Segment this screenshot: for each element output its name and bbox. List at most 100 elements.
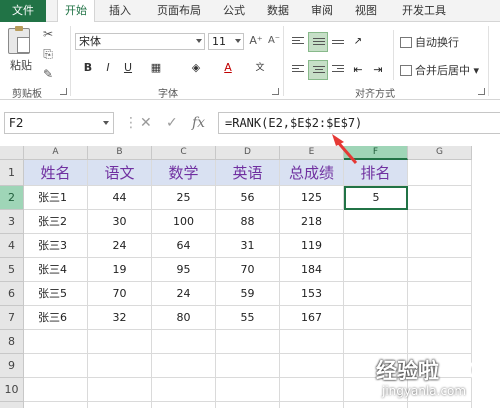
- underline-button[interactable]: U: [120, 60, 136, 76]
- cell-b6[interactable]: 70: [88, 282, 152, 306]
- font-color-icon[interactable]: A: [220, 60, 236, 76]
- cell-g1[interactable]: [408, 160, 472, 186]
- cell-g6[interactable]: [408, 282, 472, 306]
- row-header-6[interactable]: 6: [0, 282, 24, 306]
- cell-d7[interactable]: 55: [216, 306, 280, 330]
- cell-f3[interactable]: [344, 210, 408, 234]
- column-header-d[interactable]: D: [216, 146, 280, 160]
- tab-formulas[interactable]: 公式: [216, 0, 252, 22]
- cell-a3[interactable]: 张三2: [24, 210, 88, 234]
- cell-b7[interactable]: 32: [88, 306, 152, 330]
- row-header-10[interactable]: 10: [0, 378, 24, 402]
- align-top-button[interactable]: [288, 32, 308, 52]
- column-header-f[interactable]: F: [344, 146, 408, 160]
- alignment-launcher-icon[interactable]: [478, 88, 485, 95]
- outdent-icon[interactable]: ⇥: [368, 60, 388, 80]
- cell-a11[interactable]: [24, 402, 88, 408]
- cell-d9[interactable]: [216, 354, 280, 378]
- cell-b10[interactable]: [88, 378, 152, 402]
- table-header-cell[interactable]: 英语: [216, 160, 280, 186]
- cell-g7[interactable]: [408, 306, 472, 330]
- cell-e5[interactable]: 184: [280, 258, 344, 282]
- tab-file[interactable]: 文件: [0, 0, 46, 22]
- row-header-2[interactable]: 2: [0, 186, 24, 210]
- cell-a7[interactable]: 张三6: [24, 306, 88, 330]
- cell-e9[interactable]: [280, 354, 344, 378]
- table-header-cell[interactable]: 姓名: [24, 160, 88, 186]
- indent-icon[interactable]: ⇤: [348, 60, 368, 80]
- cell-a5[interactable]: 张三4: [24, 258, 88, 282]
- cell-g8[interactable]: [408, 330, 472, 354]
- column-header-g[interactable]: G: [408, 146, 472, 160]
- cell-e2[interactable]: 125: [280, 186, 344, 210]
- font-size-select[interactable]: 11: [208, 33, 244, 50]
- cell-g2[interactable]: [408, 186, 472, 210]
- italic-button[interactable]: I: [100, 60, 116, 76]
- tab-view[interactable]: 视图: [348, 0, 384, 22]
- format-painter-icon[interactable]: ✎: [40, 66, 56, 82]
- paste-button[interactable]: 粘贴: [10, 57, 32, 73]
- cell-g5[interactable]: [408, 258, 472, 282]
- cell-e4[interactable]: 119: [280, 234, 344, 258]
- column-header-c[interactable]: C: [152, 146, 216, 160]
- table-header-cell[interactable]: 排名: [344, 160, 408, 186]
- row-header-7[interactable]: 7: [0, 306, 24, 330]
- select-all-corner[interactable]: [0, 146, 24, 160]
- clipboard-launcher-icon[interactable]: [60, 88, 67, 95]
- cell-f6[interactable]: [344, 282, 408, 306]
- orientation-icon[interactable]: ↗: [348, 32, 368, 52]
- row-header-8[interactable]: 8: [0, 330, 24, 354]
- cell-a4[interactable]: 张三3: [24, 234, 88, 258]
- cell-d2[interactable]: 56: [216, 186, 280, 210]
- cell-c8[interactable]: [152, 330, 216, 354]
- table-header-cell[interactable]: 数学: [152, 160, 216, 186]
- wrap-text-button[interactable]: 自动换行: [400, 34, 459, 50]
- row-header-11[interactable]: 11: [0, 402, 24, 408]
- cell-b2[interactable]: 44: [88, 186, 152, 210]
- tab-page-layout[interactable]: 页面布局: [148, 0, 210, 22]
- shrink-font-icon[interactable]: A⁻: [266, 33, 282, 49]
- tab-developer[interactable]: 开发工具: [394, 0, 454, 22]
- borders-icon[interactable]: ▦: [148, 60, 164, 76]
- cell-d10[interactable]: [216, 378, 280, 402]
- cell-d5[interactable]: 70: [216, 258, 280, 282]
- row-header-1[interactable]: 1: [0, 160, 24, 186]
- row-header-5[interactable]: 5: [0, 258, 24, 282]
- cell-e10[interactable]: [280, 378, 344, 402]
- cell-c5[interactable]: 95: [152, 258, 216, 282]
- cell-f8[interactable]: [344, 330, 408, 354]
- align-center-button[interactable]: [308, 60, 328, 80]
- cell-c4[interactable]: 64: [152, 234, 216, 258]
- copy-icon[interactable]: ⎘: [40, 46, 56, 62]
- cell-b3[interactable]: 30: [88, 210, 152, 234]
- selected-cell-f2[interactable]: 5: [344, 186, 408, 210]
- cell-f4[interactable]: [344, 234, 408, 258]
- tab-data[interactable]: 数据: [260, 0, 296, 22]
- cancel-icon[interactable]: ✕: [140, 112, 152, 134]
- cell-f7[interactable]: [344, 306, 408, 330]
- cell-e7[interactable]: 167: [280, 306, 344, 330]
- cell-f5[interactable]: [344, 258, 408, 282]
- cell-a8[interactable]: [24, 330, 88, 354]
- align-left-button[interactable]: [288, 60, 308, 80]
- cell-c2[interactable]: 25: [152, 186, 216, 210]
- cell-b8[interactable]: [88, 330, 152, 354]
- cell-b9[interactable]: [88, 354, 152, 378]
- table-header-cell[interactable]: 语文: [88, 160, 152, 186]
- merge-center-button[interactable]: 合并后居中 ▾: [400, 62, 479, 78]
- tab-review[interactable]: 审阅: [304, 0, 340, 22]
- cell-a9[interactable]: [24, 354, 88, 378]
- cell-d3[interactable]: 88: [216, 210, 280, 234]
- cell-g4[interactable]: [408, 234, 472, 258]
- column-header-e[interactable]: E: [280, 146, 344, 160]
- cell-d11[interactable]: [216, 402, 280, 408]
- font-launcher-icon[interactable]: [272, 88, 279, 95]
- cell-a2[interactable]: 张三1: [24, 186, 88, 210]
- paste-icon[interactable]: [8, 26, 30, 54]
- cell-e3[interactable]: 218: [280, 210, 344, 234]
- enter-icon[interactable]: ✓: [166, 112, 178, 134]
- cell-a10[interactable]: [24, 378, 88, 402]
- cell-a6[interactable]: 张三5: [24, 282, 88, 306]
- row-header-9[interactable]: 9: [0, 354, 24, 378]
- formula-input[interactable]: =RANK(E2,$E$2:$E$7): [218, 112, 500, 134]
